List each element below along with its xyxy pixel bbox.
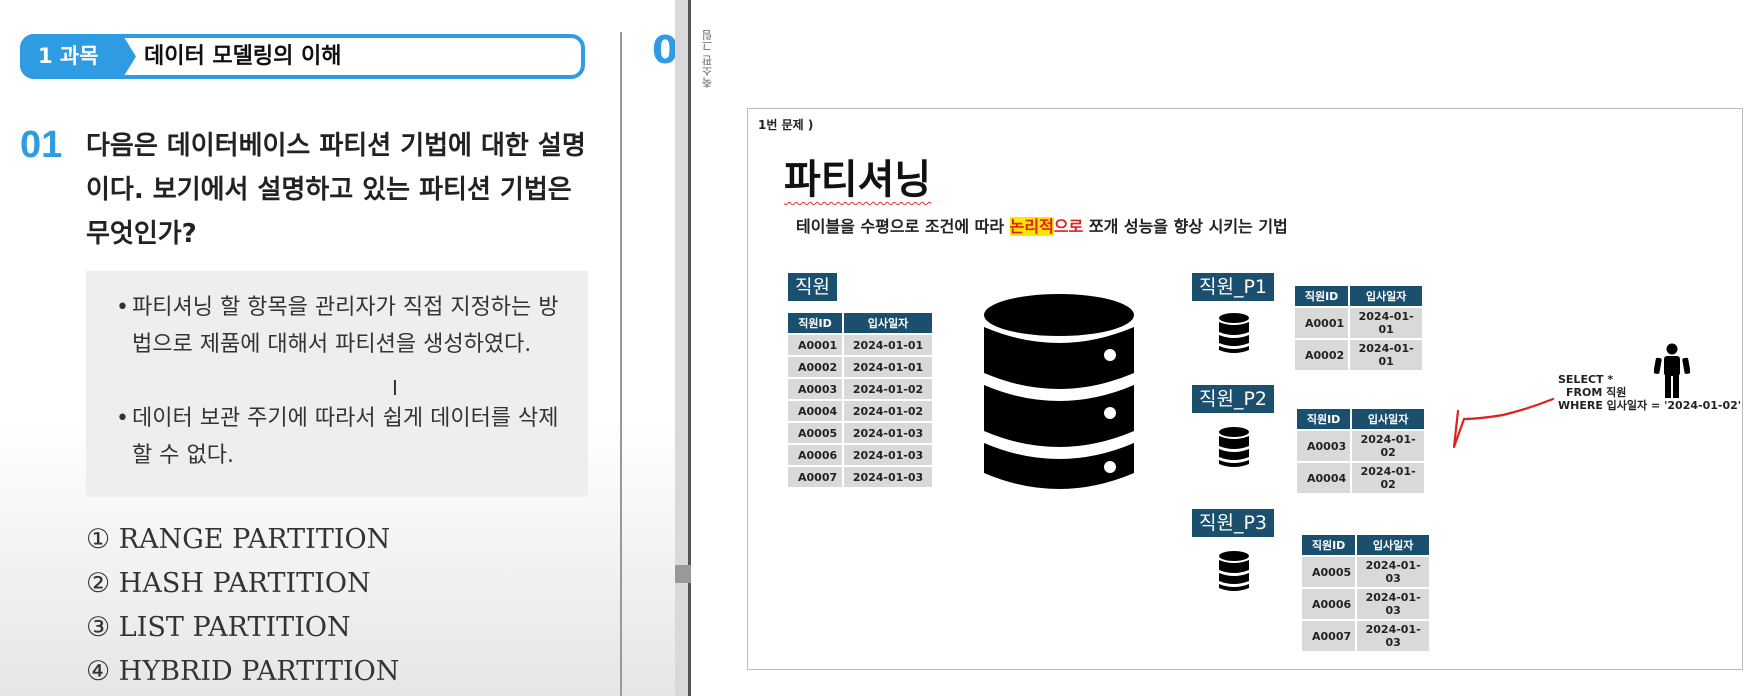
main-table-name: 직원 (788, 273, 837, 301)
textbook-page: 1 과목 데이터 모델링의 이해 01 다음은 데이터베이스 파티션 기법에 대… (0, 0, 675, 696)
question-number: 01 (20, 124, 63, 166)
pane-divider-scrollbar[interactable] (675, 0, 691, 696)
table-cell: A0001 (788, 335, 842, 355)
table-row: A0006 2024-01-03 (788, 445, 932, 465)
text-cursor-icon: I (392, 376, 398, 400)
table-header: 입사일자 (1350, 286, 1423, 306)
table-row: A0004 2024-01-02 (1297, 463, 1425, 493)
partition-p2-name: 직원_P2 (1192, 385, 1275, 413)
small-database-icon (1219, 313, 1249, 353)
small-database-icon (1219, 551, 1249, 591)
table-cell: A0004 (1297, 463, 1351, 493)
database-icon (984, 294, 1134, 489)
table-cell: 2024-01-01 (1350, 308, 1423, 338)
table-header: 입사일자 (1352, 409, 1425, 429)
table-cell: 2024-01-03 (844, 423, 932, 443)
table-row: A0005 2024-01-03 (1302, 557, 1430, 587)
sql-line: FROM 직원 (1566, 386, 1627, 399)
desc-part-1: 테이블을 수평으로 조건에 따라 (796, 217, 1010, 236)
sql-line: SELECT * (1558, 373, 1614, 386)
table-cell: A0005 (1302, 557, 1356, 587)
scrollbar-thumb[interactable] (675, 565, 691, 583)
partition-p3-name: 직원_P3 (1192, 509, 1275, 537)
problem-label: 1번 문제 ) (758, 118, 814, 132)
table-header: 입사일자 (1357, 535, 1430, 555)
sql-line: WHERE 입사일자 = '2024-01-02' (1558, 399, 1742, 412)
next-page-number-partial: 0 (652, 28, 675, 72)
slide-title: 파티셔닝 (784, 157, 932, 203)
table-header: 직원ID (1295, 286, 1349, 306)
table-row: A0003 2024-01-02 (1297, 431, 1425, 461)
table-row: A0004 2024-01-02 (788, 401, 932, 421)
option-4[interactable]: ④ HYBRID PARTITION (86, 656, 399, 687)
partition-p1-table: 직원ID 입사일자 A0001 2024-01-01 A0002 2024-01-01 (1293, 284, 1424, 372)
option-2[interactable]: ② HASH PARTITION (86, 568, 371, 599)
table-cell: A0003 (788, 379, 842, 399)
table-cell: A0002 (788, 357, 842, 377)
table-cell: 2024-01-03 (1357, 589, 1430, 619)
table-row: A0001 2024-01-01 (788, 335, 932, 355)
table-header: 직원ID (1297, 409, 1351, 429)
table-cell: 2024-01-02 (1352, 431, 1425, 461)
table-header-row: 직원ID 입사일자 (1302, 535, 1430, 555)
table-header-row: 직원ID 입사일자 (1295, 286, 1423, 306)
partition-p2-table: 직원ID 입사일자 A0003 2024-01-02 A0004 2024-01-02 (1295, 407, 1426, 495)
table-cell: A0005 (788, 423, 842, 443)
table-row: A0001 2024-01-01 (1295, 308, 1423, 338)
example-box: 파티셔닝 할 항목을 관리자가 직접 지정하는 방법으로 제품에 대해서 파티션… (86, 271, 588, 497)
example-bullet-2: 데이터 보관 주기에 따라서 쉽게 데이터를 삭제할 수 없다. (116, 400, 572, 474)
table-cell: A0002 (1295, 340, 1349, 370)
table-cell: 2024-01-03 (1357, 557, 1430, 587)
page-gutter-line (620, 32, 622, 696)
table-cell: A0007 (1302, 621, 1356, 651)
table-row: A0005 2024-01-03 (788, 423, 932, 443)
subject-banner: 1 과목 데이터 모델링의 이해 (20, 34, 585, 79)
table-row: A0006 2024-01-03 (1302, 589, 1430, 619)
table-cell: A0006 (1302, 589, 1356, 619)
desc-red: 으로 (1053, 217, 1084, 236)
table-row: A0007 2024-01-03 (788, 467, 932, 487)
table-cell: 2024-01-02 (844, 401, 932, 421)
table-row: A0003 2024-01-02 (788, 379, 932, 399)
table-cell: 2024-01-01 (1350, 340, 1423, 370)
table-cell: 2024-01-03 (844, 445, 932, 465)
table-row: A0002 2024-01-01 (788, 357, 932, 377)
table-cell: A0004 (788, 401, 842, 421)
example-bullet-1: 파티셔닝 할 항목을 관리자가 직접 지정하는 방법으로 제품에 대해서 파티션… (116, 289, 572, 363)
table-cell: 2024-01-01 (844, 357, 932, 377)
table-cell: A0006 (788, 445, 842, 465)
person-icon (1654, 343, 1690, 398)
table-cell: 2024-01-03 (1357, 621, 1430, 651)
table-cell: 2024-01-01 (844, 335, 932, 355)
table-cell: 2024-01-02 (844, 379, 932, 399)
desc-highlight: 논리적 (1009, 217, 1054, 236)
slide-description: 테이블을 수평으로 조건에 따라 논리적으로 쪼개 성능을 향상 시키는 기법 (796, 213, 1288, 237)
table-header-row: 직원ID 입사일자 (788, 313, 932, 333)
partition-p1-name: 직원_P1 (1192, 273, 1275, 301)
slide-canvas: 1번 문제 ) 파티셔닝 테이블을 수평으로 조건에 따라 논리적으로 쪼개 성… (747, 108, 1743, 670)
small-database-icon (1219, 427, 1249, 467)
main-table: 직원ID 입사일자 A0001 2024-01-01 A0002 2024-01-0… (786, 311, 934, 489)
subject-title: 데이터 모델링의 이해 (144, 44, 342, 69)
table-cell: A0003 (1297, 431, 1351, 461)
table-cell: 2024-01-03 (844, 467, 932, 487)
table-header: 직원ID (1302, 535, 1356, 555)
table-cell: 2024-01-02 (1352, 463, 1425, 493)
sql-query: SELECT * FROM 직원 WHERE 입사일자 = '2024-01-0… (1558, 373, 1741, 412)
desc-part-2: 쪼개 성능을 향상 시키는 기법 (1083, 217, 1288, 236)
table-cell: A0007 (788, 467, 842, 487)
option-3[interactable]: ③ LIST PARTITION (86, 612, 351, 643)
table-cell: A0001 (1295, 308, 1349, 338)
partition-p3-table: 직원ID 입사일자 A0005 2024-01-03 A0006 2024-01-03… (1300, 533, 1431, 653)
option-1[interactable]: ① RANGE PARTITION (86, 524, 390, 555)
thumbnail-panel-label[interactable]: 축소판 그림 (700, 8, 718, 89)
question-text: 다음은 데이터베이스 파티션 기법에 대한 설명이다. 보기에서 설명하고 있는… (86, 131, 586, 249)
table-header: 직원ID (788, 313, 842, 333)
table-row: A0002 2024-01-01 (1295, 340, 1423, 370)
table-header-row: 직원ID 입사일자 (1297, 409, 1425, 429)
subject-tag: 1 과목 (20, 34, 136, 79)
table-row: A0007 2024-01-03 (1302, 621, 1430, 651)
table-header: 입사일자 (844, 313, 932, 333)
annotation-arrow-icon (1452, 397, 1555, 449)
